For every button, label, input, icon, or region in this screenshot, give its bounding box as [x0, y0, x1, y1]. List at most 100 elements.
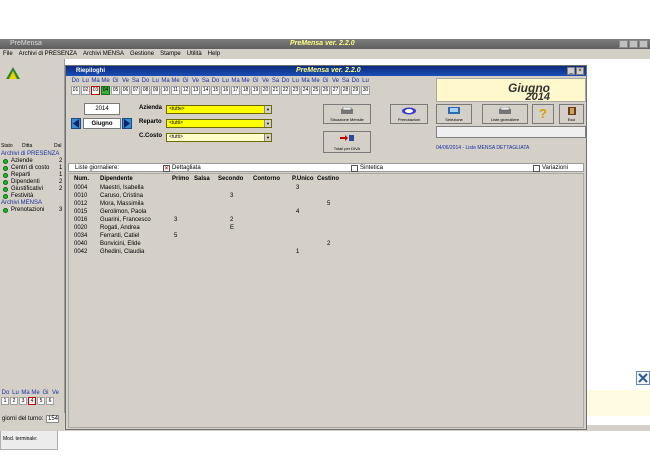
chevron-down-icon[interactable]: ▼: [264, 120, 271, 127]
tree-item[interactable]: Festività: [3, 193, 33, 199]
column-header[interactable]: Contorno: [253, 176, 280, 182]
tree-item[interactable]: Prenotazioni: [3, 207, 44, 213]
chevron-down-icon[interactable]: ▼: [264, 106, 271, 113]
day-button[interactable]: 20: [261, 86, 270, 95]
month-field[interactable]: Giugno: [83, 118, 121, 129]
day-button[interactable]: 24: [301, 86, 310, 95]
giorni-value[interactable]: 154: [46, 415, 59, 423]
table-row[interactable]: 0020 Rogati, Andrea E: [69, 225, 389, 233]
table-row[interactable]: 0015 Gerolimon, Paola 4: [69, 209, 389, 217]
outer-day-box[interactable]: 1: [1, 397, 9, 405]
table-row[interactable]: 0042 Ghedini, Claudia 1: [69, 249, 389, 257]
day-button[interactable]: 30: [361, 86, 370, 95]
dettagliata-option[interactable]: ✕ Dettagliata: [163, 164, 201, 173]
outer-day-box[interactable]: 5: [37, 397, 45, 405]
table-row[interactable]: 0004 Maestri, Isabella 3: [69, 185, 389, 193]
table-row[interactable]: 0016 Guarini, Francesco 3 2: [69, 217, 389, 225]
totali-diva-button[interactable]: Totali per DIVA: [323, 131, 371, 153]
situazione-mensile-button[interactable]: Situazione Mensile: [323, 104, 371, 124]
tree-section[interactable]: Archivi di PRESENZA: [1, 151, 59, 157]
day-button[interactable]: 16: [221, 86, 230, 95]
close-icon[interactable]: [639, 40, 648, 48]
column-header[interactable]: Secondo: [218, 176, 243, 182]
tree-item[interactable]: Dipendenti: [3, 179, 40, 185]
checked-box-icon[interactable]: ✕: [163, 165, 170, 172]
day-button[interactable]: 22: [281, 86, 290, 95]
day-button[interactable]: 23: [291, 86, 300, 95]
day-button[interactable]: 21: [271, 86, 280, 95]
day-button[interactable]: 15: [211, 86, 220, 95]
menu-item[interactable]: Help: [208, 49, 220, 59]
menu-item[interactable]: Gestione: [130, 49, 154, 59]
day-button[interactable]: 28: [341, 86, 350, 95]
help-button[interactable]: ?: [532, 104, 554, 124]
day-button[interactable]: 14: [201, 86, 210, 95]
ccosto-select[interactable]: <tutti> ▼: [166, 133, 272, 142]
day-button[interactable]: 11: [171, 86, 180, 95]
unchecked-box-icon[interactable]: [533, 165, 540, 172]
tree-section[interactable]: Archivi MENSA: [1, 200, 42, 206]
column-header[interactable]: Dipendente: [100, 176, 133, 182]
day-button[interactable]: 25: [311, 86, 320, 95]
column-header[interactable]: Salsa: [194, 176, 210, 182]
column-header[interactable]: Cestino: [317, 176, 339, 182]
day-button[interactable]: 04: [101, 86, 110, 95]
sintetica-option[interactable]: Sintetica: [351, 164, 383, 173]
outer-day-box[interactable]: 3: [19, 397, 27, 405]
next-month-button[interactable]: [122, 118, 132, 129]
day-button[interactable]: 18: [241, 86, 250, 95]
day-button[interactable]: 13: [191, 86, 200, 95]
maximize-icon[interactable]: [629, 40, 638, 48]
tree-item[interactable]: Centri di costo: [3, 165, 49, 171]
selezione-button[interactable]: Selezione: [436, 104, 472, 124]
tree-item[interactable]: Aziende: [3, 158, 33, 164]
day-button[interactable]: 12: [181, 86, 190, 95]
unchecked-box-icon[interactable]: [351, 165, 358, 172]
menu-item[interactable]: Utilità: [187, 49, 202, 59]
dialog-close-icon[interactable]: ×: [576, 67, 584, 75]
reparto-select[interactable]: <tutti> ▼: [166, 119, 272, 128]
variazioni-option[interactable]: Variazioni: [533, 164, 568, 173]
day-button[interactable]: 10: [161, 86, 170, 95]
outer-day-box[interactable]: 6: [46, 397, 54, 405]
minimize-icon[interactable]: [619, 40, 628, 48]
day-button[interactable]: 09: [151, 86, 160, 95]
table-row[interactable]: 0034 Ferranti, Catiel 5: [69, 233, 389, 241]
day-button[interactable]: 08: [141, 86, 150, 95]
table-row[interactable]: 0012 Mora, Massimila 5: [69, 201, 389, 209]
day-button[interactable]: 29: [351, 86, 360, 95]
day-button[interactable]: 17: [231, 86, 240, 95]
day-button[interactable]: 05: [111, 86, 120, 95]
tree-item[interactable]: Giustificativi: [3, 186, 43, 192]
menu-item[interactable]: Archivi MENSA: [83, 49, 124, 59]
excel-icon[interactable]: [636, 371, 650, 385]
chevron-down-icon[interactable]: ▼: [264, 134, 271, 141]
esci-button[interactable]: Esci: [559, 104, 584, 124]
table-row[interactable]: 0040 Bonvicini, Elide 2: [69, 241, 389, 249]
outer-day-box[interactable]: 4: [28, 397, 36, 405]
menu-item[interactable]: Stampe: [160, 49, 181, 59]
tree-item[interactable]: Reparti: [3, 172, 30, 178]
column-header[interactable]: Primo: [172, 176, 189, 182]
day-button[interactable]: 07: [131, 86, 140, 95]
day-button[interactable]: 19: [251, 86, 260, 95]
dialog-minimize-icon[interactable]: _: [567, 67, 575, 75]
day-button[interactable]: 27: [331, 86, 340, 95]
column-header[interactable]: Num.: [74, 176, 89, 182]
menu-item[interactable]: File: [3, 49, 13, 59]
column-header[interactable]: P.Unico: [292, 176, 314, 182]
azienda-select[interactable]: <tutte> ▼: [166, 105, 272, 114]
outer-day-box[interactable]: 2: [10, 397, 18, 405]
day-button[interactable]: 02: [81, 86, 90, 95]
liste-giornaliere-button[interactable]: Liste giornaliere: [482, 104, 528, 124]
day-button[interactable]: 01: [71, 86, 80, 95]
day-button[interactable]: 26: [321, 86, 330, 95]
menu-item[interactable]: Archivi di PRESENZA: [19, 49, 77, 59]
day-button[interactable]: 06: [121, 86, 130, 95]
table-row[interactable]: 0010 Caruso, Cristina 3: [69, 193, 389, 201]
day-button[interactable]: 03: [91, 86, 100, 95]
year-field[interactable]: 2014: [84, 103, 120, 115]
prev-month-button[interactable]: [71, 118, 81, 129]
table-cell-name: Gerolimon, Paola: [100, 209, 147, 215]
prenotazioni-button[interactable]: Prenotazioni: [390, 104, 428, 124]
